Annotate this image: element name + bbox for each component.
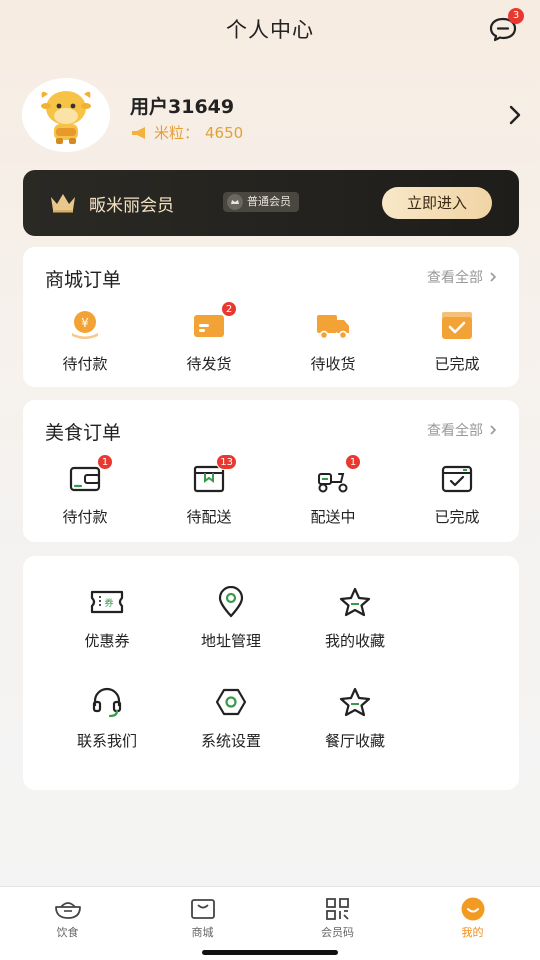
truck-icon bbox=[317, 315, 349, 340]
member-code-icon bbox=[325, 898, 349, 920]
message-badge: 3 bbox=[508, 8, 524, 24]
home-indicator bbox=[202, 950, 338, 955]
svg-text:券: 券 bbox=[104, 597, 113, 609]
service-label: 地址管理 bbox=[200, 632, 261, 650]
svg-text:¥: ¥ bbox=[81, 316, 89, 330]
service-restaurant-favorites[interactable]: 餐厅收藏 bbox=[293, 686, 417, 766]
vip-level-label: 普通会员 bbox=[247, 195, 291, 208]
mall-orders-view-all[interactable]: 查看全部 bbox=[427, 267, 497, 287]
food-orders-card: 美食订单 查看全部 1 待付款 13 待配送 1 配送中 已完成 bbox=[23, 400, 519, 542]
mall-orders-card: 商城订单 查看全部 ¥ 待付款 2 待发货 待收货 已完成 bbox=[23, 247, 519, 387]
service-address[interactable]: 地址管理 bbox=[169, 585, 293, 666]
level-icon bbox=[227, 194, 243, 210]
order-label: 待发货 bbox=[186, 355, 232, 373]
mall-orders-title: 商城订单 bbox=[45, 269, 122, 291]
tab-label: 我的 bbox=[461, 926, 484, 939]
service-contact[interactable]: 联系我们 bbox=[45, 686, 169, 766]
service-label: 我的收藏 bbox=[324, 632, 385, 650]
mall-order-to-receive[interactable]: 待收货 bbox=[271, 309, 395, 379]
vip-banner: 畈米丽会员 普通会员 立即进入 bbox=[23, 170, 519, 236]
service-label: 联系我们 bbox=[76, 732, 137, 750]
username: 用户31649 bbox=[130, 96, 235, 118]
order-badge: 1 bbox=[97, 454, 113, 470]
crown-icon bbox=[51, 194, 75, 213]
enter-vip-button[interactable]: 立即进入 bbox=[382, 187, 492, 219]
tab-label: 饮食 bbox=[56, 926, 79, 939]
service-label: 餐厅收藏 bbox=[324, 732, 385, 750]
profile-section[interactable]: 用户31649 米粒： 4650 bbox=[22, 78, 522, 152]
horn-icon bbox=[132, 126, 145, 139]
view-all-label: 查看全部 bbox=[427, 270, 483, 286]
mall-order-pending-payment[interactable]: ¥ 待付款 bbox=[23, 309, 147, 379]
points-label: 米粒： bbox=[154, 124, 200, 142]
food-orders-title: 美食订单 bbox=[45, 422, 122, 444]
star-icon bbox=[339, 687, 371, 717]
wallet-icon bbox=[69, 466, 101, 492]
chevron-right-icon bbox=[490, 272, 497, 282]
service-label: 系统设置 bbox=[200, 732, 261, 750]
profile-smile-icon bbox=[461, 897, 484, 921]
food-orders-view-all[interactable]: 查看全部 bbox=[427, 420, 497, 440]
yuan-coin-icon: ¥ bbox=[72, 311, 98, 339]
message-button[interactable]: 3 bbox=[488, 8, 524, 42]
mall-order-completed[interactable]: 已完成 bbox=[395, 309, 519, 379]
mall-order-to-ship[interactable]: 2 待发货 bbox=[147, 301, 271, 379]
order-label: 已完成 bbox=[434, 508, 480, 526]
mall-icon bbox=[190, 899, 215, 919]
order-label: 待收货 bbox=[310, 355, 356, 373]
order-badge: 1 bbox=[345, 454, 361, 470]
tab-label: 会员码 bbox=[321, 926, 354, 939]
checked-box-icon bbox=[442, 312, 472, 339]
food-order-completed[interactable]: 已完成 bbox=[395, 462, 519, 532]
points-info: 米粒： 4650 bbox=[130, 122, 243, 143]
vip-title: 畈米丽会员 bbox=[89, 196, 174, 216]
bottom-tab-bar: 饮食 商城 会员码 我的 bbox=[0, 886, 540, 960]
checked-box-icon bbox=[441, 465, 473, 493]
view-all-label: 查看全部 bbox=[427, 423, 483, 439]
coupon-icon: 券 bbox=[90, 590, 124, 614]
service-settings[interactable]: 系统设置 bbox=[169, 686, 293, 766]
order-label: 已完成 bbox=[434, 355, 480, 373]
chevron-right-icon bbox=[490, 425, 497, 435]
service-label: 优惠券 bbox=[84, 632, 130, 650]
headset-icon bbox=[92, 687, 122, 718]
header: 个人中心 3 bbox=[0, 0, 540, 56]
points-value: 4650 bbox=[205, 123, 244, 142]
order-label: 待配送 bbox=[186, 508, 232, 526]
star-icon bbox=[339, 587, 371, 617]
food-order-to-deliver[interactable]: 13 待配送 bbox=[147, 454, 271, 532]
avatar[interactable] bbox=[22, 78, 110, 152]
card-icon bbox=[194, 315, 224, 337]
food-order-pending-payment[interactable]: 1 待付款 bbox=[23, 454, 147, 532]
order-label: 待付款 bbox=[62, 355, 108, 373]
location-icon bbox=[218, 585, 244, 618]
scooter-icon bbox=[318, 473, 348, 493]
order-badge: 2 bbox=[221, 301, 237, 317]
food-bowl-icon bbox=[54, 902, 81, 919]
services-card: 券 优惠券 地址管理 我的收藏 联系我们 系统设置 餐厅收藏 bbox=[23, 556, 519, 790]
service-my-favorites[interactable]: 我的收藏 bbox=[293, 586, 417, 666]
vip-level-badge: 普通会员 bbox=[223, 192, 299, 212]
cow-mascot-icon bbox=[22, 78, 110, 152]
chevron-right-icon[interactable] bbox=[508, 104, 522, 126]
settings-icon bbox=[215, 688, 247, 716]
service-coupon[interactable]: 券 优惠券 bbox=[45, 586, 169, 666]
order-badge: 13 bbox=[216, 454, 237, 470]
food-order-delivering[interactable]: 1 配送中 bbox=[271, 454, 395, 532]
tab-label: 商城 bbox=[191, 926, 214, 939]
order-label: 配送中 bbox=[310, 508, 356, 526]
page-title: 个人中心 bbox=[226, 18, 314, 42]
order-label: 待付款 bbox=[62, 508, 108, 526]
tab-food[interactable]: 饮食 bbox=[0, 887, 135, 960]
tab-profile[interactable]: 我的 bbox=[405, 887, 540, 960]
